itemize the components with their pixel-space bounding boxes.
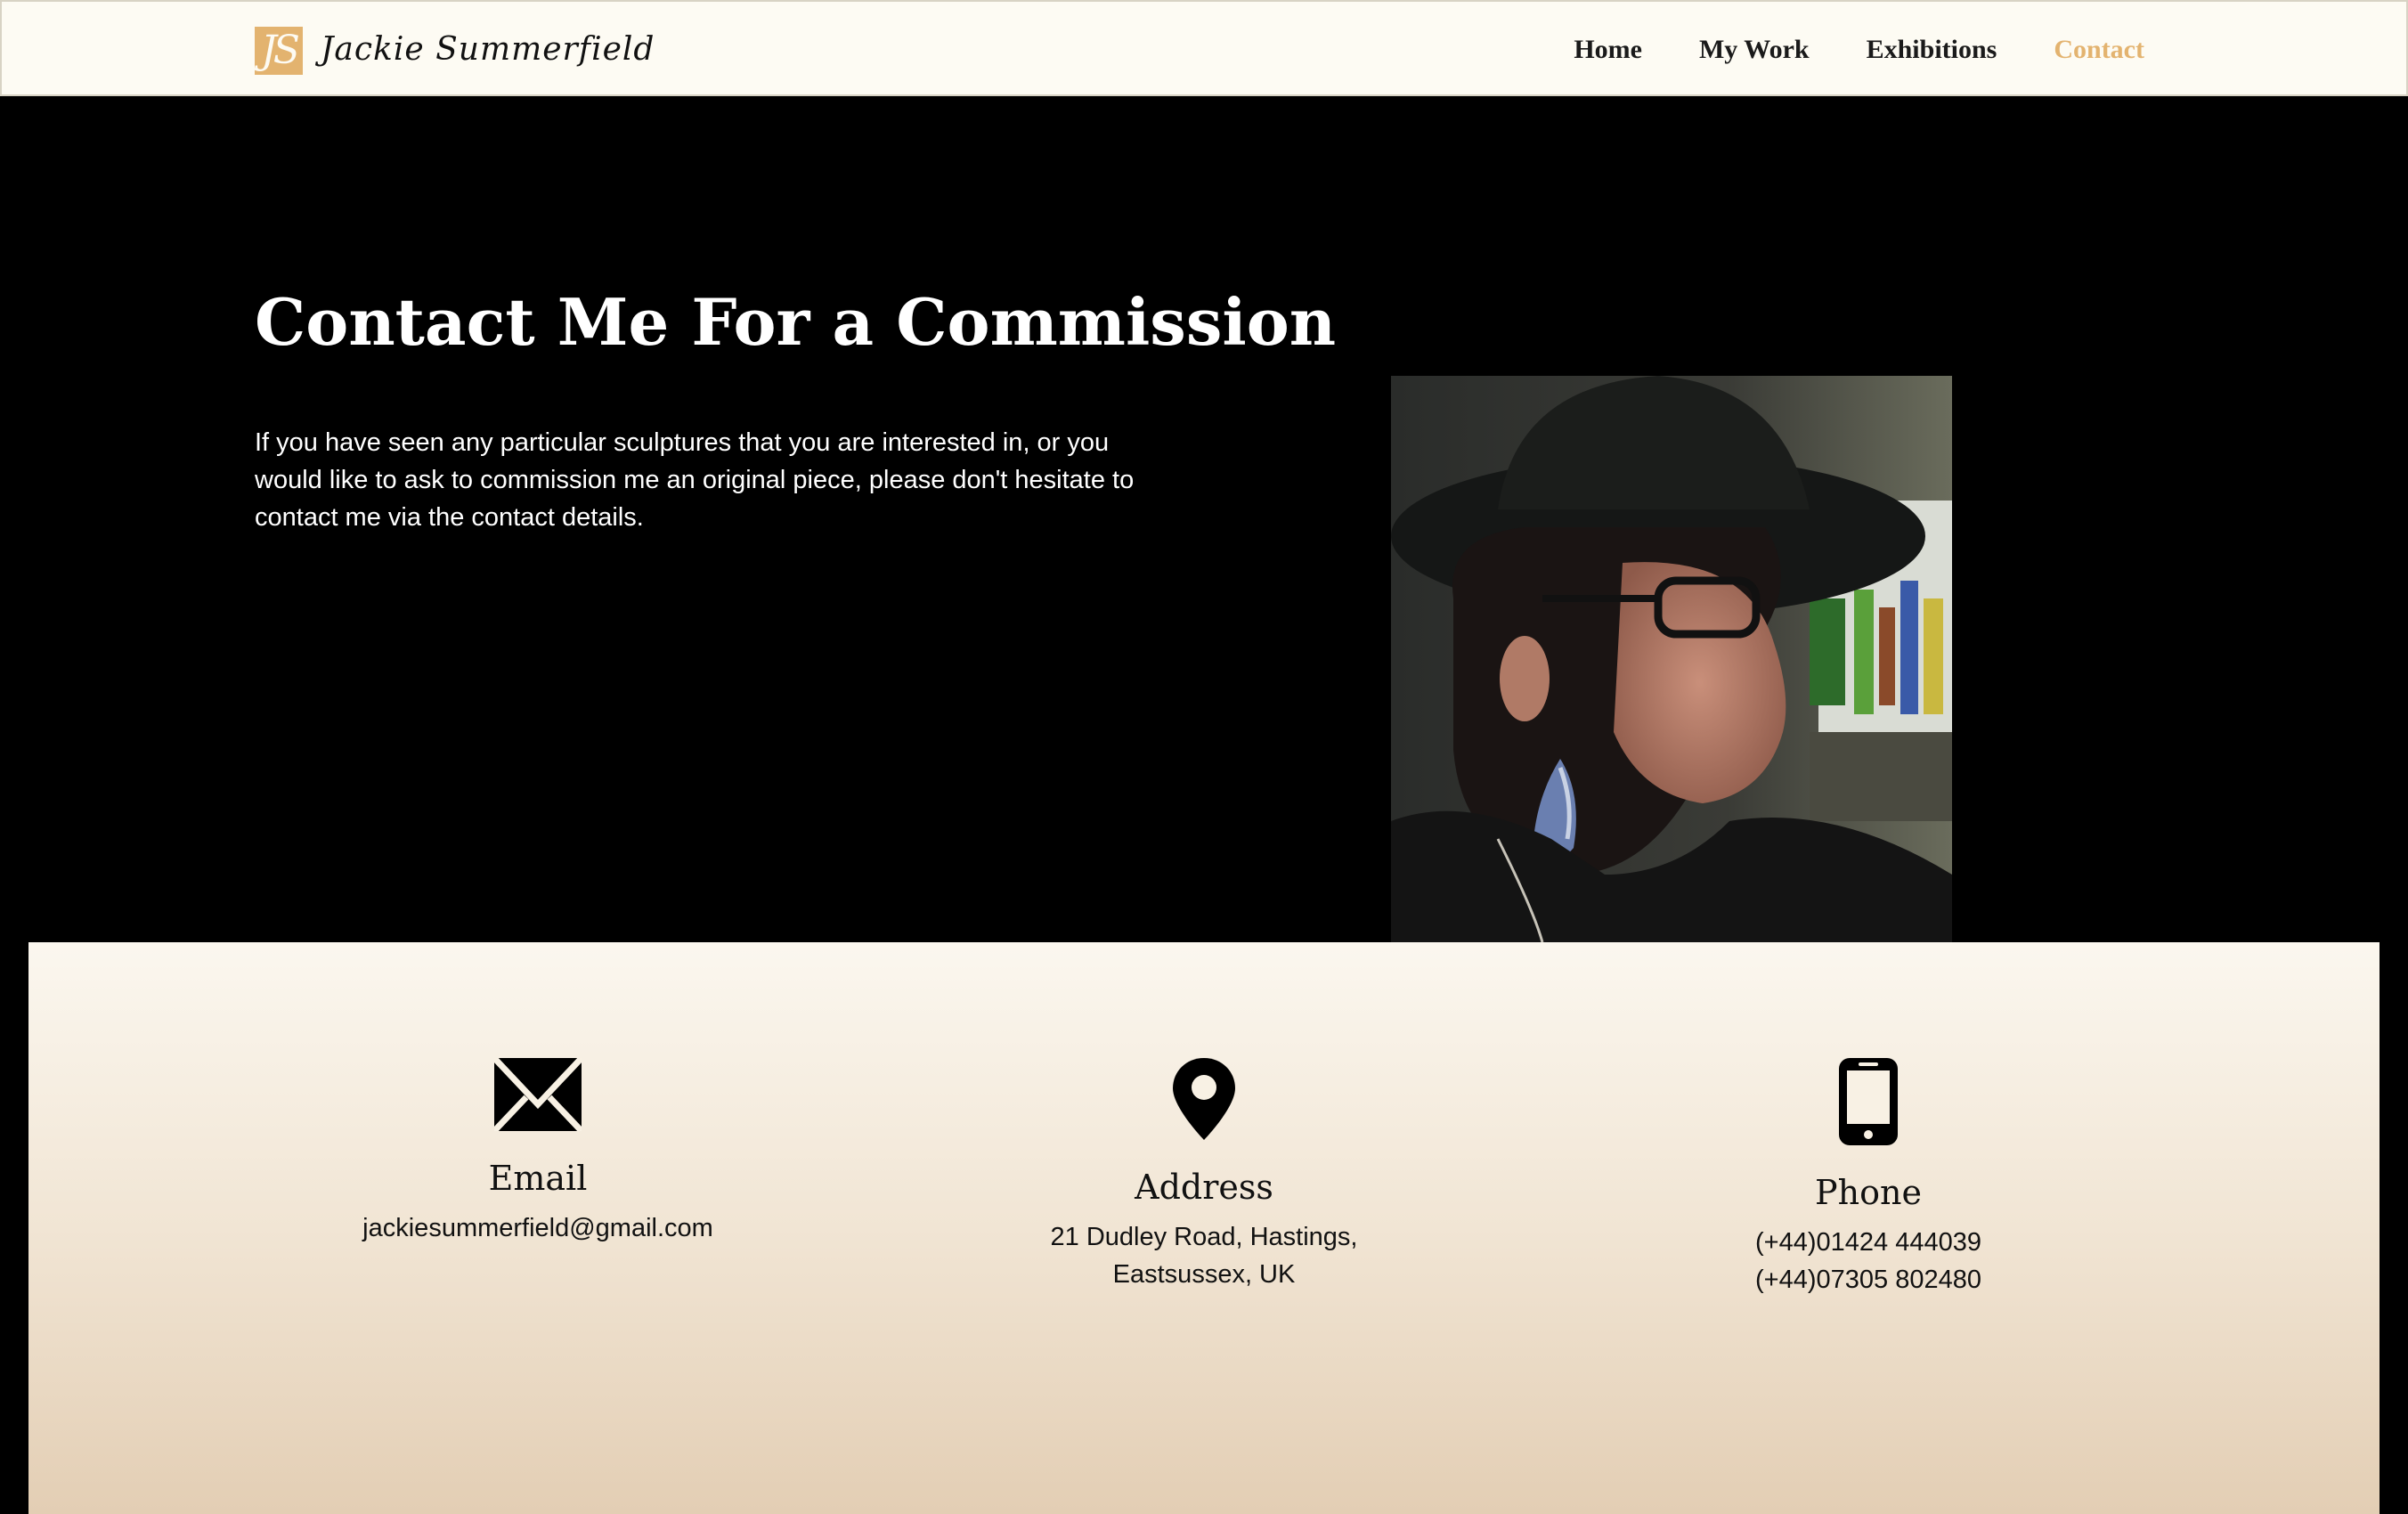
- email-title: Email: [488, 1159, 588, 1198]
- contact-panel: Email jackiesummerfield@gmail.com Addres…: [28, 942, 2380, 1514]
- email-column: Email jackiesummerfield@gmail.com: [271, 1058, 805, 1247]
- portrait-illustration: [1391, 376, 1952, 942]
- address-line-2: Eastsussex, UK: [1112, 1260, 1296, 1289]
- mobile-phone-icon: [1839, 1058, 1898, 1145]
- phone-number-1[interactable]: (+44)01424 444039: [1601, 1224, 2135, 1261]
- site-header: JS Jackie Summerfield Home My Work Exhib…: [0, 0, 2408, 96]
- page-title: Contact Me For a Commission: [255, 284, 1337, 360]
- nav-home[interactable]: Home: [1574, 35, 1642, 65]
- phone-title: Phone: [1815, 1173, 1922, 1212]
- portrait-photo: [1391, 376, 1952, 942]
- address-title: Address: [1135, 1168, 1273, 1207]
- intro-text: If you have seen any particular sculptur…: [255, 428, 1135, 532]
- nav-contact[interactable]: Contact: [2054, 35, 2144, 65]
- nav-my-work[interactable]: My Work: [1699, 35, 1810, 65]
- envelope-icon: [494, 1058, 582, 1131]
- main-nav: Home My Work Exhibitions Contact: [1574, 2, 2144, 98]
- nav-exhibitions[interactable]: Exhibitions: [1867, 35, 1997, 65]
- logo-text[interactable]: Jackie Summerfield: [321, 25, 655, 75]
- email-address[interactable]: jackiesummerfield@gmail.com: [271, 1209, 805, 1247]
- address-column: Address 21 Dudley Road, Hastings, Eastsu…: [937, 1058, 1471, 1293]
- phone-column: Phone (+44)01424 444039 (+44)07305 80248…: [1601, 1058, 2135, 1298]
- logo-mark[interactable]: JS: [255, 27, 303, 75]
- phone-number-2[interactable]: (+44)07305 802480: [1601, 1261, 2135, 1298]
- map-pin-icon: [1173, 1058, 1235, 1140]
- address-line-1: 21 Dudley Road, Hastings,: [1050, 1223, 1358, 1251]
